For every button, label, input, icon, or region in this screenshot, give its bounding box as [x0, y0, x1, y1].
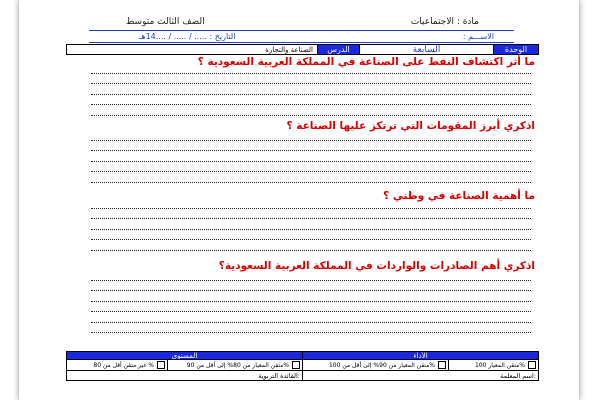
- checkbox-icon[interactable]: [292, 361, 300, 369]
- answer-line[interactable]: [91, 280, 531, 281]
- question-3: ما أهمية الصناعة في وطني ؟: [383, 190, 535, 202]
- checkbox-icon[interactable]: [528, 361, 536, 369]
- student-name-label: الاســـم :: [462, 32, 494, 41]
- evaluation-label-left: المستوى: [67, 352, 302, 359]
- checkbox-icon[interactable]: [438, 361, 446, 369]
- lesson-value: الصناعة والتجارة: [67, 45, 317, 54]
- answer-line[interactable]: [91, 150, 531, 151]
- question-2: اذكري أبرز المقومات التي ترتكز عليها الص…: [286, 120, 535, 132]
- answer-line[interactable]: [91, 332, 531, 333]
- header-divider-top: [89, 30, 514, 31]
- level-option[interactable]: متقن المعيار من 90% إلى أقل من 100%: [302, 360, 448, 370]
- answer-line[interactable]: [91, 171, 531, 172]
- answer-line[interactable]: [91, 290, 531, 291]
- answer-line[interactable]: [91, 182, 531, 183]
- answer-line[interactable]: [91, 322, 531, 323]
- question-4: اذكري أهم الصادرات والواردات في المملكة …: [218, 260, 535, 272]
- header-divider-bottom: [89, 42, 514, 43]
- teacher-signature: اسم المعلمة:: [302, 371, 538, 380]
- answer-line[interactable]: [91, 83, 531, 84]
- answer-line[interactable]: [91, 115, 531, 116]
- evaluation-signatures-row: القائدة التربوية: اسم المعلمة:: [66, 371, 539, 381]
- level-text: غير متقن أقل من 80 %: [93, 361, 154, 369]
- answer-line[interactable]: [91, 311, 531, 312]
- leader-signature: القائدة التربوية:: [67, 371, 302, 380]
- evaluation-table: المستوى الأداء غير متقن أقل من 80 % متقن…: [66, 351, 539, 381]
- evaluation-levels-row: غير متقن أقل من 80 % متقن المعيار من 80%…: [66, 360, 539, 371]
- level-text: متقن المعيار 100%: [475, 361, 525, 369]
- evaluation-header-row: المستوى الأداء: [66, 351, 539, 360]
- answer-line[interactable]: [91, 73, 531, 74]
- level-text: متقن المعيار من 90% إلى أقل من 100%: [328, 361, 435, 369]
- checkbox-icon[interactable]: [157, 361, 165, 369]
- evaluation-label-right: الأداء: [302, 352, 538, 359]
- level-option[interactable]: متقن المعيار من 80% إلى أقل من 90%: [167, 360, 302, 370]
- unit-label: الوحدة: [493, 45, 538, 54]
- answer-line[interactable]: [91, 208, 531, 209]
- grade-label: الصف الثالث متوسط: [126, 17, 205, 27]
- answer-line[interactable]: [91, 229, 531, 230]
- answer-line[interactable]: [91, 250, 531, 251]
- answer-line[interactable]: [91, 239, 531, 240]
- level-text: متقن المعيار من 80% إلى أقل من 90%: [186, 361, 289, 369]
- answer-line[interactable]: [91, 140, 531, 141]
- lesson-label: الدرس: [317, 45, 359, 54]
- answer-line[interactable]: [91, 104, 531, 105]
- question-1: ما أثر اكتشاف النفط على الصناعة في الممل…: [197, 56, 535, 68]
- answer-line[interactable]: [91, 94, 531, 95]
- answer-line[interactable]: [91, 218, 531, 219]
- unit-value: السابعة: [359, 45, 493, 54]
- answer-line[interactable]: [91, 301, 531, 302]
- level-option[interactable]: متقن المعيار 100%: [448, 360, 538, 370]
- unit-lesson-table: الصناعة والتجارة الدرس السابعة الوحدة: [66, 44, 539, 55]
- answer-line[interactable]: [91, 161, 531, 162]
- subject-label: مادة : الاجتماعيات: [410, 17, 479, 27]
- date-label: التاريخ : ..... / ..... / ....14هـ: [139, 32, 236, 41]
- worksheet-page: مادة : الاجتماعيات الصف الثالث متوسط الا…: [19, 0, 579, 400]
- level-option[interactable]: غير متقن أقل من 80 %: [67, 360, 167, 370]
